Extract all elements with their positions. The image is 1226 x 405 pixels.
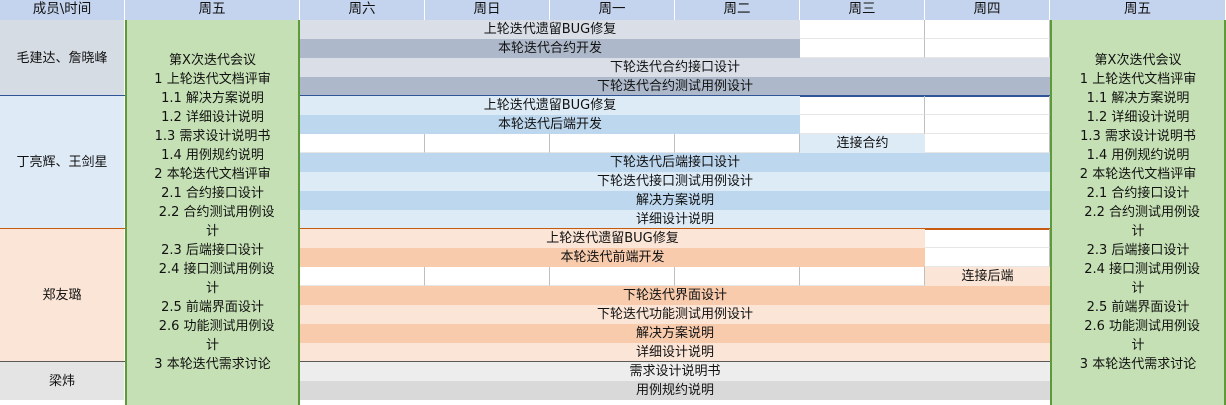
agenda-line: 2.5 前端界面设计 xyxy=(161,300,264,315)
milestone-cell: 连接合约 xyxy=(800,134,925,153)
agenda-line: 计 xyxy=(1131,224,1145,239)
day-header-4: 周二 xyxy=(675,0,800,20)
grid-cell xyxy=(925,39,1050,58)
agenda-line: 2.4 接口测试用例设 xyxy=(1075,262,1201,277)
task-bar: 下轮迭代合约接口设计 xyxy=(300,58,1050,77)
grid-cell xyxy=(675,134,800,153)
agenda-line: 3 本轮迭代需求讨论 xyxy=(154,357,271,372)
grid-cell xyxy=(800,115,925,134)
grid-cell xyxy=(425,267,550,286)
agenda-line: 计 xyxy=(205,224,219,239)
task-bar: 上轮迭代遗留BUG修复 xyxy=(300,96,800,115)
agenda-line: 2 本轮迭代文档评审 xyxy=(1079,167,1197,182)
day-header-5: 周三 xyxy=(800,0,925,20)
agenda-line: 2.1 合约接口设计 xyxy=(161,186,264,201)
agenda-line: 2.3 后端接口设计 xyxy=(161,243,264,258)
grid-cell xyxy=(675,267,800,286)
grid-cell xyxy=(925,96,1050,115)
grid-cell xyxy=(300,134,425,153)
milestone-cell: 连接后端 xyxy=(925,267,1050,286)
agenda-line: 1.3 需求设计说明书 xyxy=(1080,129,1196,144)
agenda-line: 第X次迭代会议 xyxy=(169,53,256,68)
task-bar: 上轮迭代遗留BUG修复 xyxy=(300,20,800,39)
grid-cell xyxy=(550,267,675,286)
agenda-line: 1.4 用例规约说明 xyxy=(161,148,264,163)
agenda-line: 计 xyxy=(1131,281,1145,296)
agenda-line: 2.6 功能测试用例设 xyxy=(1075,319,1201,334)
task-bar: 解决方案说明 xyxy=(300,191,1050,210)
agenda-line: 1.1 解决方案说明 xyxy=(161,91,264,106)
day-header-7: 周五 xyxy=(1050,0,1226,20)
task-bar: 详细设计说明 xyxy=(300,210,1050,229)
task-bar: 上轮迭代遗留BUG修复 xyxy=(300,229,925,248)
schedule-sheet: 成员\时间 周五 周六 周日 周一 周二 周三 周四 周五 毛建达、詹晓峰 上轮迭代遗留BUG修复本… xyxy=(0,0,1226,405)
task-bar: 下轮迭代合约测试用例设计 xyxy=(300,77,1050,96)
grid-cell xyxy=(300,267,425,286)
day-header-3: 周一 xyxy=(550,0,675,20)
day-header-0: 周五 xyxy=(125,0,300,20)
agenda-line: 2.2 合约测试用例设 xyxy=(1075,205,1201,220)
day-header-6: 周四 xyxy=(925,0,1050,20)
task-bar: 下轮迭代功能测试用例设计 xyxy=(300,305,1050,324)
task-bar: 下轮迭代界面设计 xyxy=(300,286,1050,305)
agenda-line: 2 本轮迭代文档评审 xyxy=(154,167,271,182)
agenda-line: 2.6 功能测试用例设 xyxy=(150,319,275,334)
agenda-line: 计 xyxy=(205,338,219,353)
grid-cell xyxy=(550,134,675,153)
task-bar: 需求设计说明书 xyxy=(300,362,1050,381)
agenda-line: 1.2 详细设计说明 xyxy=(1086,110,1190,125)
agenda-line: 计 xyxy=(1131,338,1145,353)
agenda-line: 1.2 详细设计说明 xyxy=(161,110,264,125)
task-bar: 用例规约说明 xyxy=(300,381,1050,400)
task-bar: 本轮迭代前端开发 xyxy=(300,248,925,267)
agenda-line: 2.1 合约接口设计 xyxy=(1086,186,1190,201)
grid-cell xyxy=(925,115,1050,134)
agenda-line: 2.4 接口测试用例设 xyxy=(150,262,275,277)
grid-cell xyxy=(425,134,550,153)
task-bar: 下轮迭代后端接口设计 xyxy=(300,153,1050,172)
corner-header: 成员\时间 xyxy=(0,0,125,20)
day-header-1: 周六 xyxy=(300,0,425,20)
grid-cell xyxy=(925,229,1050,248)
agenda-line: 2.5 前端界面设计 xyxy=(1086,300,1190,315)
grid-cell xyxy=(800,39,925,58)
task-bar: 详细设计说明 xyxy=(300,343,1050,362)
member-name-2: 郑友璐 xyxy=(0,229,125,362)
agenda-column-left: 第X次迭代会议 1 上轮迭代文档评审 1.1 解决方案说明 1.2 详细设计说明 1.3… xyxy=(125,20,300,405)
grid-cell xyxy=(800,96,925,115)
member-name-3: 梁炜 xyxy=(0,362,125,400)
agenda-line: 1.1 解决方案说明 xyxy=(1086,91,1190,106)
agenda-line: 第X次迭代会议 xyxy=(1094,53,1182,68)
grid-cell xyxy=(925,134,1050,153)
task-bar: 本轮迭代后端开发 xyxy=(300,115,800,134)
member-name-1: 丁亮辉、王剑星 xyxy=(0,96,125,229)
grid-cell xyxy=(925,20,1050,39)
task-bar: 下轮迭代接口测试用例设计 xyxy=(300,172,1050,191)
grid-cell xyxy=(800,20,925,39)
agenda-line: 2.3 后端接口设计 xyxy=(1086,243,1190,258)
day-header-2: 周日 xyxy=(425,0,550,20)
agenda-line: 1.4 用例规约说明 xyxy=(1086,148,1190,163)
agenda-line: 1.3 需求设计说明书 xyxy=(154,129,271,144)
task-bar: 解决方案说明 xyxy=(300,324,1050,343)
agenda-line: 1 上轮迭代文档评审 xyxy=(154,72,271,87)
agenda-column-right: 第X次迭代会议 1 上轮迭代文档评审 1.1 解决方案说明 1.2 详细设计说明 1.3… xyxy=(1050,20,1226,405)
member-name-0: 毛建达、詹晓峰 xyxy=(0,20,125,96)
agenda-line: 2.2 合约测试用例设 xyxy=(150,205,275,220)
task-bar: 本轮迭代合约开发 xyxy=(300,39,800,58)
grid-cell xyxy=(800,267,925,286)
agenda-line: 计 xyxy=(205,281,219,296)
grid-cell xyxy=(925,248,1050,267)
agenda-line: 1 上轮迭代文档评审 xyxy=(1079,72,1197,87)
agenda-line: 3 本轮迭代需求讨论 xyxy=(1079,357,1197,372)
